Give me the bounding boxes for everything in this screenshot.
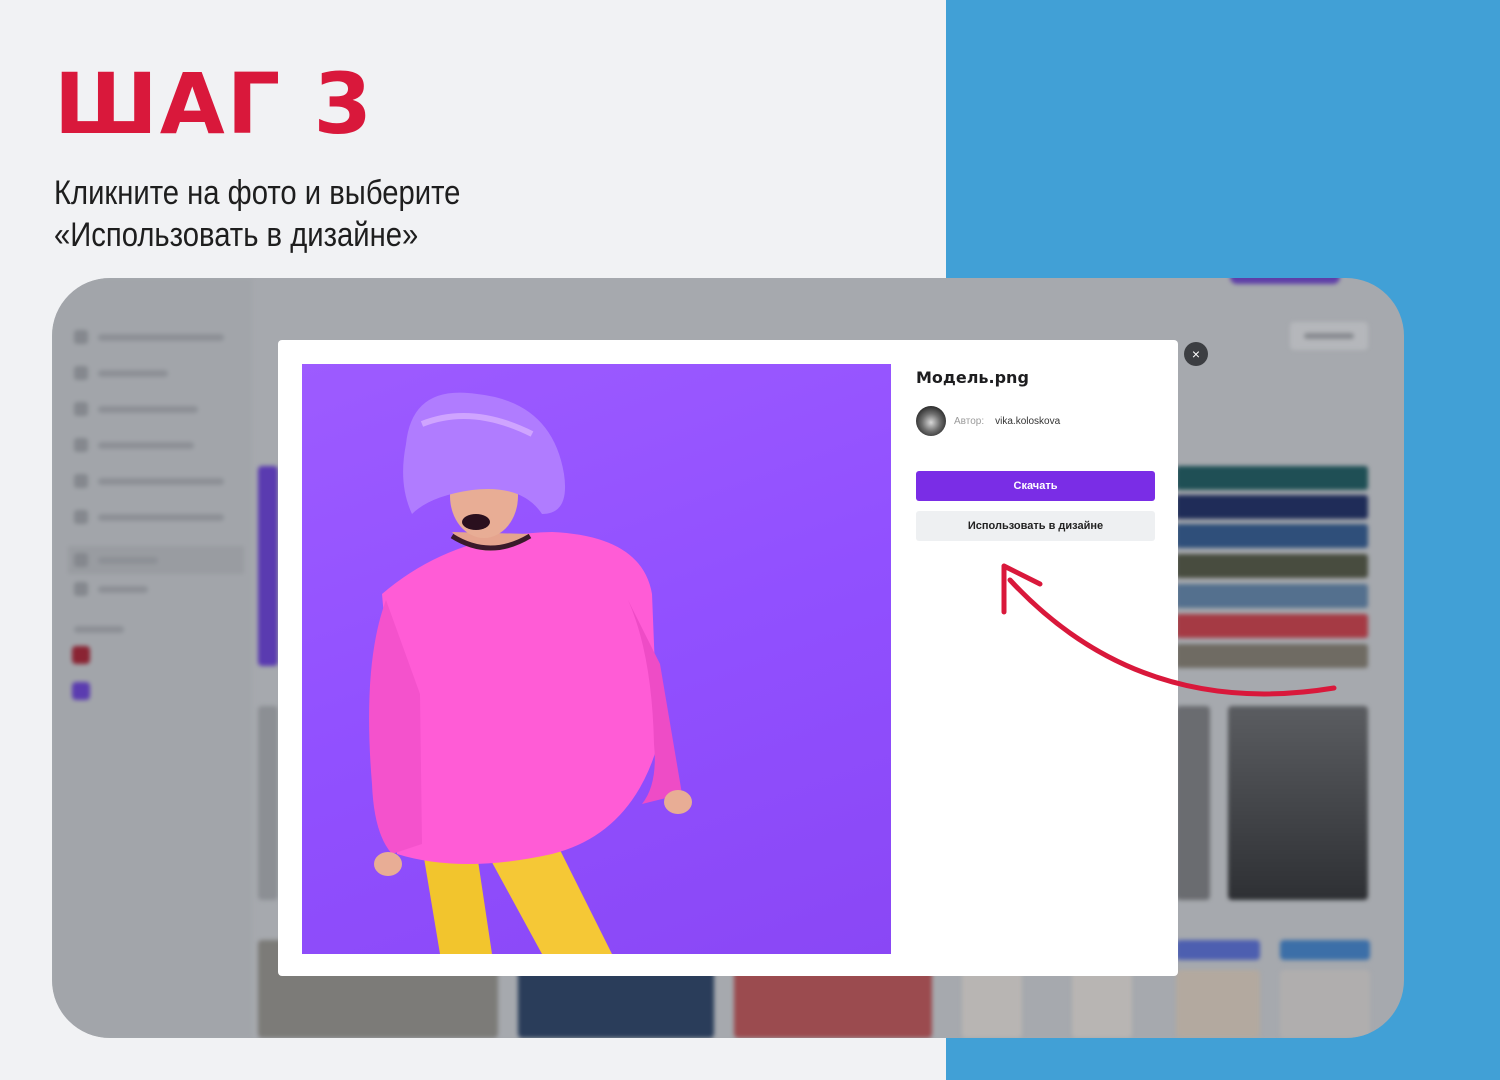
author-label: Автор: xyxy=(954,415,985,427)
use-in-design-button[interactable]: Использовать в дизайне xyxy=(916,511,1155,541)
color-swatch xyxy=(1176,614,1368,638)
sidebar-item xyxy=(74,438,224,452)
screenshot-frame: Модель.png Автор: vika.koloskova Скачать … xyxy=(52,278,1404,1038)
sidebar-item xyxy=(74,366,224,380)
sticker-thumb xyxy=(1280,970,1370,1038)
sidebar-section-label xyxy=(74,622,224,636)
author-avatar xyxy=(916,406,946,436)
sidebar-item xyxy=(74,474,224,488)
sticker-thumb xyxy=(962,970,1022,1038)
author-name-link[interactable]: vika.koloskova xyxy=(995,416,1060,427)
favorite-folder-purple xyxy=(72,682,90,700)
color-swatch xyxy=(1176,644,1368,668)
color-swatch xyxy=(1176,495,1368,519)
sidebar-item-active xyxy=(68,546,244,574)
sidebar-item xyxy=(74,510,224,524)
step-title: ШАГ 3 xyxy=(54,55,374,153)
favorite-folder-red xyxy=(72,646,90,664)
gradient-thumb xyxy=(1176,940,1260,960)
poster-thumb xyxy=(734,970,932,1038)
topbar-button xyxy=(1230,278,1340,284)
model-illustration xyxy=(369,392,692,954)
download-button[interactable]: Скачать xyxy=(916,471,1155,501)
file-name: Модель.png xyxy=(916,368,1029,387)
gradient-thumb xyxy=(1280,940,1370,960)
poster-thumb xyxy=(518,970,714,1038)
step-subtitle: Кликните на фото и выберите «Использоват… xyxy=(54,174,461,254)
sticker-thumb xyxy=(1176,970,1260,1038)
color-swatch xyxy=(1176,466,1368,490)
photo-thumb xyxy=(258,706,278,900)
image-preview-modal: Модель.png Автор: vika.koloskova Скачать … xyxy=(278,340,1178,976)
close-icon[interactable]: × xyxy=(1184,342,1208,366)
color-swatch xyxy=(1176,554,1368,578)
color-swatch xyxy=(1176,524,1368,548)
folder-thumb xyxy=(258,466,278,666)
author-row: Автор: vika.koloskova xyxy=(916,406,1060,436)
sticker-thumb xyxy=(1072,970,1132,1038)
sidebar-item xyxy=(74,402,224,416)
sidebar-item xyxy=(74,330,224,344)
portrait-thumb xyxy=(1228,706,1368,900)
sidebar-item xyxy=(74,582,224,596)
photo-thumb xyxy=(1176,706,1210,900)
color-swatch xyxy=(1176,584,1368,608)
add-button xyxy=(1290,322,1368,350)
sidebar xyxy=(52,278,252,1038)
model-photo[interactable] xyxy=(302,364,891,954)
